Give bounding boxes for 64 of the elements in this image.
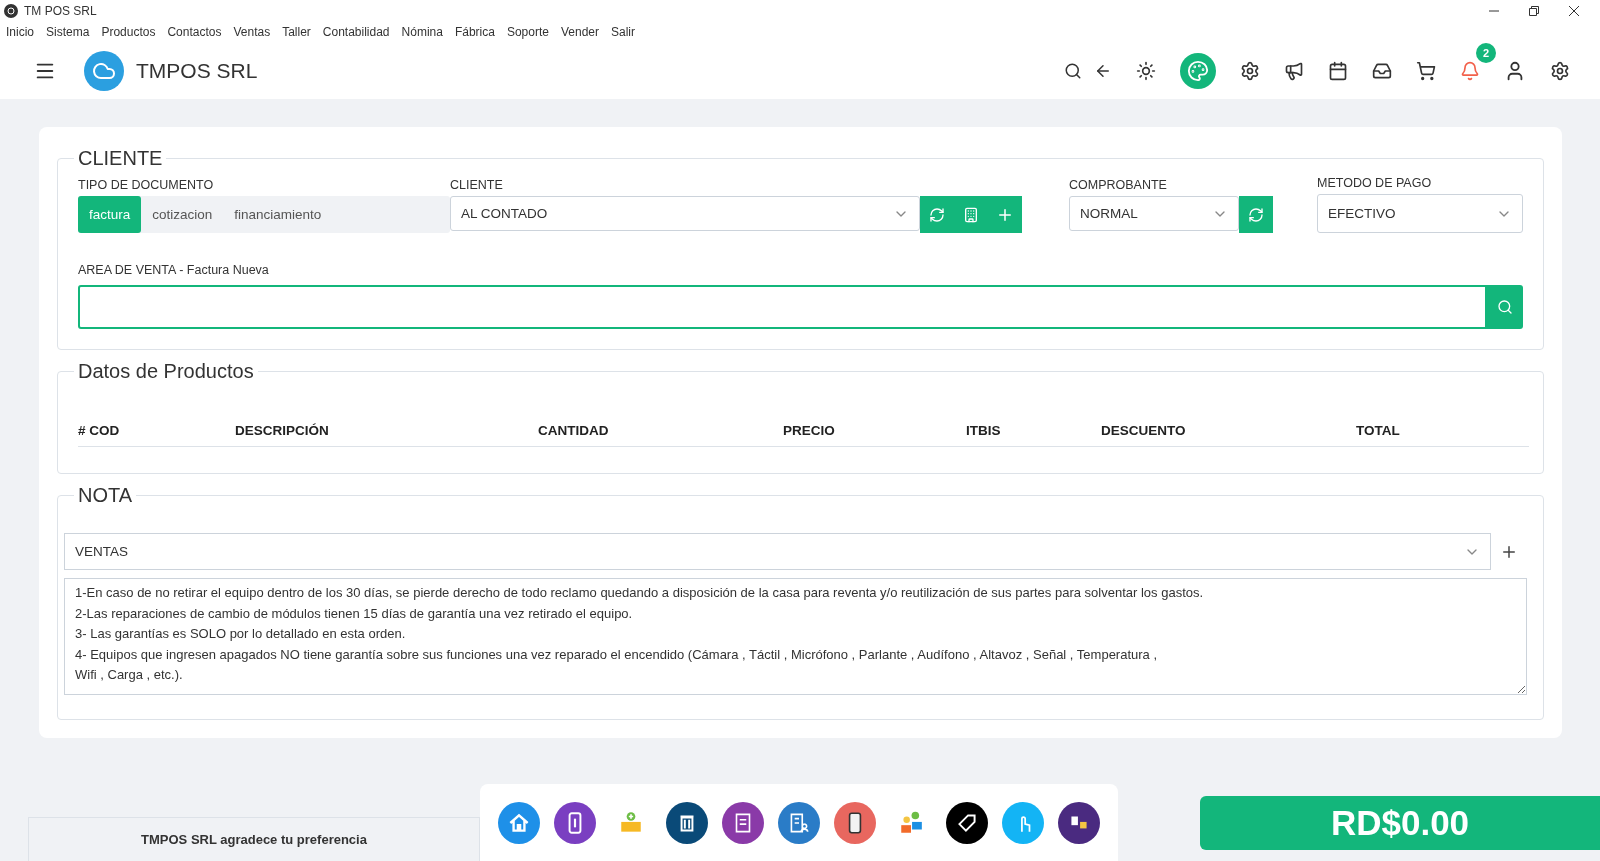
search-icon [1497, 299, 1513, 315]
refresh-icon [1248, 206, 1264, 223]
column-header: PRECIO [783, 423, 836, 438]
menu-item[interactable]: Contabilidad [322, 25, 390, 39]
trash-icon[interactable] [666, 801, 708, 844]
column-header: DESCUENTO [1101, 423, 1187, 438]
menu-item[interactable]: Vender [560, 25, 599, 39]
column-header: # COD [78, 423, 121, 438]
menu-item[interactable]: Salir [611, 25, 635, 39]
menu-item[interactable]: Sistema [46, 25, 90, 39]
menu-item[interactable]: Contactos [167, 25, 222, 39]
menu-item[interactable]: Nómina [401, 25, 443, 39]
palette-icon [1187, 59, 1209, 82]
menu-item[interactable]: Soporte [506, 25, 549, 39]
refresh-icon [929, 206, 945, 223]
window-title: TM POS SRL [24, 4, 98, 18]
price-tag-icon[interactable] [946, 801, 988, 844]
bell-icon[interactable] [1460, 60, 1480, 81]
document-type-tab[interactable]: financiamiento [223, 196, 333, 233]
menu-item[interactable]: Inicio [6, 25, 34, 39]
menu-item[interactable]: Productos [101, 25, 156, 39]
notification-badge: 2 [1476, 42, 1496, 63]
field-label: CLIENTE [450, 178, 504, 192]
settings-icon[interactable] [1240, 60, 1260, 81]
menu-item[interactable]: Ventas [233, 25, 271, 39]
section-title: Datos de Productos [77, 360, 255, 383]
field-label: AREA DE VENTA - Factura Nueva [78, 263, 270, 277]
cart-icon[interactable] [1416, 60, 1436, 81]
column-header: CANTIDAD [538, 423, 610, 438]
note-text-area[interactable]: 1-En caso de no retirar el equipo dentro de los 30 días, se pierde derecho de todo reclamo quedando a disposición de la casa para reventa y/o reutilización de sus partes para solventar los gastos. 2-Las reparaciones de cambio de módulos tienen 15 días de garantía una vez retirado el equipo. 3- Las garantías es SOLO por lo detallado en esta orden. 4- Equipos que ingresen apagados NO tiene garantía sobre sus funciones una vez reparado el encendido (Cámara , Táctil , Micrófono , Parlante , Audífono , Altavoz , Señal , Temperatura , Wifi , Carga , etc.). [64, 578, 1527, 695]
client-select[interactable]: AL CONTADO [450, 196, 920, 231]
building-icon [963, 206, 979, 223]
column-header: DESCRIPCIÓN [235, 423, 330, 438]
document-type-tab[interactable]: cotizacion [141, 196, 224, 233]
column-header: ITBIS [966, 423, 1002, 438]
payment-method-select[interactable]: EFECTIVO [1317, 194, 1523, 233]
field-label: TIPO DE DOCUMENTO [78, 178, 215, 192]
app-logo-icon [4, 4, 18, 18]
field-label: COMPROBANTE [1069, 178, 1168, 192]
settings-icon[interactable] [1550, 60, 1570, 81]
section-title: CLIENTE [77, 147, 164, 170]
footer-message: TMPOS SRL agradece tu preferencia [28, 817, 480, 861]
voucher-select[interactable]: NORMAL [1069, 196, 1239, 231]
megaphone-icon[interactable] [1284, 60, 1304, 81]
receipt-icon[interactable] [722, 801, 764, 844]
palette-button[interactable] [1180, 52, 1216, 89]
close-icon[interactable] [1568, 5, 1580, 17]
restore-icon[interactable] [1528, 5, 1540, 17]
cloud-logo-icon [84, 50, 124, 91]
field-label: METODO DE PAGO [1317, 176, 1433, 190]
product-search-field[interactable] [78, 285, 1487, 329]
sun-icon[interactable] [1136, 60, 1156, 81]
tablet-icon[interactable] [834, 801, 876, 844]
calendar-icon[interactable] [1328, 60, 1348, 81]
brand-name: TMPOS SRL [136, 58, 259, 83]
menu-item[interactable]: Taller [282, 25, 311, 39]
section-title: NOTA [77, 484, 134, 507]
search-icon[interactable] [1064, 61, 1082, 80]
document-person-icon[interactable] [778, 801, 820, 844]
column-header: TOTAL [1356, 423, 1401, 438]
note-category-select[interactable]: VENTAS [64, 533, 1491, 570]
menu-item[interactable]: Fábrica [454, 25, 495, 39]
total-amount: RD$0.00 [1200, 796, 1600, 850]
home-icon[interactable] [498, 801, 540, 844]
